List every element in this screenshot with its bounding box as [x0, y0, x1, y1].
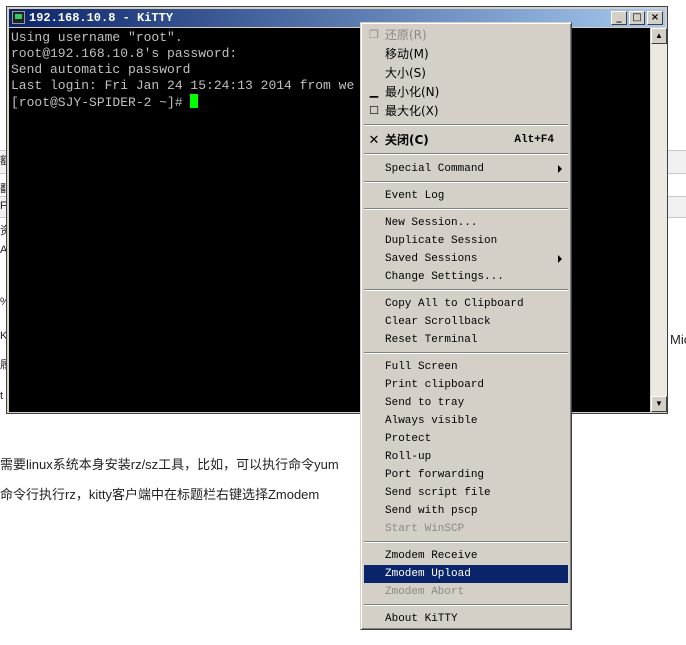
menu-separator: [364, 289, 568, 291]
menu-item-minimize[interactable]: ▁ 最小化(N): [364, 83, 568, 101]
menu-item-always-visible[interactable]: Always visible: [364, 412, 568, 430]
menu-item-special-command[interactable]: Special Command: [364, 160, 568, 178]
menu-separator: [364, 541, 568, 543]
menu-item-copy-all[interactable]: Copy All to Clipboard: [364, 295, 568, 313]
menu-separator: [364, 352, 568, 354]
close-icon: ✕: [368, 132, 380, 147]
background-text: Mic: [670, 332, 686, 347]
background-text: 需要linux系统本身安装rz/sz工具，比如，可以执行命令yum: [0, 457, 339, 472]
menu-item-clear-scrollback[interactable]: Clear Scrollback: [364, 313, 568, 331]
menu-item-send-to-tray[interactable]: Send to tray: [364, 394, 568, 412]
menu-item-saved-sessions[interactable]: Saved Sessions: [364, 250, 568, 268]
menu-item-zmodem-abort[interactable]: Zmodem Abort: [364, 583, 568, 601]
menu-item-close[interactable]: ✕ 关闭(C) Alt+F4: [364, 131, 568, 149]
close-button[interactable]: ×: [647, 11, 663, 25]
menu-item-full-screen[interactable]: Full Screen: [364, 358, 568, 376]
menu-item-zmodem-receive[interactable]: Zmodem Receive: [364, 547, 568, 565]
menu-separator: [364, 604, 568, 606]
menu-item-reset-terminal[interactable]: Reset Terminal: [364, 331, 568, 349]
menu-item-start-winscp[interactable]: Start WinSCP: [364, 520, 568, 538]
menu-item-event-log[interactable]: Event Log: [364, 187, 568, 205]
menu-item-roll-up[interactable]: Roll-up: [364, 448, 568, 466]
window-title: 192.168.10.8 - KiTTY: [29, 11, 174, 25]
submenu-arrow-icon: [558, 255, 562, 263]
submenu-arrow-icon: [558, 165, 562, 173]
menu-item-change-settings[interactable]: Change Settings...: [364, 268, 568, 286]
scroll-down-button[interactable]: ▼: [651, 396, 667, 412]
menu-item-duplicate-session[interactable]: Duplicate Session: [364, 232, 568, 250]
kitty-app-icon[interactable]: [12, 11, 25, 24]
menu-separator: [364, 208, 568, 210]
menu-item-port-forwarding[interactable]: Port forwarding: [364, 466, 568, 484]
menu-separator: [364, 153, 568, 155]
menu-item-new-session[interactable]: New Session...: [364, 214, 568, 232]
terminal-prompt: [root@SJY-SPIDER-2 ~]#: [11, 95, 191, 110]
vertical-scrollbar[interactable]: ▲ ▼: [651, 28, 667, 412]
minimize-icon: ▁: [369, 86, 379, 98]
maximize-button[interactable]: □: [629, 11, 645, 25]
menu-item-print-clipboard[interactable]: Print clipboard: [364, 376, 568, 394]
menu-separator: [364, 124, 568, 126]
menu-item-size[interactable]: 大小(S): [364, 64, 568, 82]
minimize-button[interactable]: _: [611, 11, 627, 25]
restore-icon: ❐: [369, 29, 379, 41]
menu-item-maximize[interactable]: ☐ 最大化(X): [364, 102, 568, 120]
scroll-up-button[interactable]: ▲: [651, 28, 667, 44]
system-context-menu: ❐ 还原(R) 移动(M) 大小(S) ▁ 最小化(N) ☐ 最大化(X) ✕ …: [360, 22, 572, 630]
terminal-cursor: [190, 94, 199, 108]
menu-item-move[interactable]: 移动(M): [364, 45, 568, 63]
background-fragment: t: [0, 390, 4, 402]
menu-item-restore[interactable]: ❐ 还原(R): [364, 26, 568, 44]
menu-item-send-script-file[interactable]: Send script file: [364, 484, 568, 502]
maximize-icon: ☐: [369, 105, 379, 117]
menu-item-zmodem-upload[interactable]: Zmodem Upload: [364, 565, 568, 583]
menu-item-about[interactable]: About KiTTY: [364, 610, 568, 628]
background-text: 命令行执行rz，kitty客户端中在标题栏右键选择Zmodem: [0, 487, 320, 502]
menu-item-send-with-pscp[interactable]: Send with pscp: [364, 502, 568, 520]
menu-item-protect[interactable]: Protect: [364, 430, 568, 448]
menu-separator: [364, 181, 568, 183]
